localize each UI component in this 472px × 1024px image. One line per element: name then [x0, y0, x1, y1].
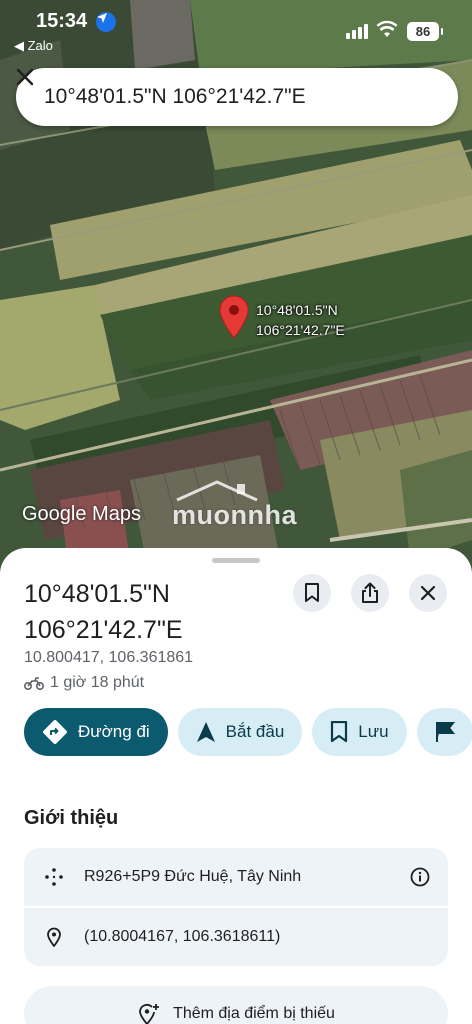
directions-button[interactable]: Đường đi [24, 708, 168, 756]
label-button[interactable] [416, 708, 472, 756]
navigation-arrow-icon [196, 722, 215, 742]
share-button[interactable] [351, 574, 389, 612]
status-bar: 15:34 ◀ Zalo 86 [0, 0, 472, 60]
share-icon [362, 582, 378, 603]
info-icon[interactable] [392, 867, 448, 887]
travel-time: 1 giờ 18 phút [24, 674, 144, 692]
bookmark-icon [305, 583, 319, 602]
add-location-icon [139, 1004, 160, 1024]
plus-code-text: R926+5P9 Đức Huệ, Tây Ninh [84, 868, 302, 885]
drag-handle[interactable] [212, 558, 260, 563]
pin-coordinates-label: 10°48'01.5"N 106°21'42.7"E [256, 300, 345, 340]
save-button[interactable]: Lưu [312, 708, 407, 756]
back-to-app-link[interactable]: ◀ Zalo [14, 38, 53, 54]
pin-label-lng: 106°21'42.7"E [256, 322, 345, 338]
site-watermark: muonnha [172, 480, 297, 531]
save-label: Lưu [358, 722, 389, 741]
place-details-sheet: 10°48'01.5"N 106°21'42.7"E 10.800417, 10… [0, 548, 472, 1024]
add-missing-place-label: Thêm địa điểm bị thiếu [173, 1005, 335, 1022]
action-chips: Đường đi Bắt đầu Lưu [24, 708, 472, 756]
motorbike-icon [24, 677, 44, 690]
start-button[interactable]: Bắt đầu [177, 708, 303, 756]
search-bar[interactable]: 10°48'01.5"N 106°21'42.7"E [16, 68, 458, 126]
coordinates-row[interactable]: (10.8004167, 106.3618611) [24, 908, 448, 966]
place-title-lng: 106°21'42.7"E [24, 616, 183, 644]
directions-label: Đường đi [78, 722, 150, 741]
bookmark-button[interactable] [293, 574, 331, 612]
battery-indicator: 86 [407, 22, 443, 41]
about-section-title: Giới thiệu [24, 807, 119, 829]
cellular-signal-icon [346, 24, 368, 39]
start-label: Bắt đầu [225, 722, 285, 741]
decimal-coordinates: 10.800417, 106.361861 [24, 649, 194, 666]
about-info-card: R926+5P9 Đức Huệ, Tây Ninh (10.8004167, … [24, 848, 448, 966]
travel-time-text: 1 giờ 18 phút [50, 674, 145, 691]
google-maps-watermark: Google Maps [22, 503, 141, 525]
location-pin-icon [24, 927, 84, 947]
place-title: 10°48'01.5"N 106°21'42.7"E [24, 576, 284, 648]
plus-code-icon [24, 867, 84, 887]
satellite-map[interactable]: 15:34 ◀ Zalo 86 10°48'01.5"N 106°21'42.7… [0, 0, 472, 580]
flag-icon [435, 722, 455, 742]
search-query[interactable]: 10°48'01.5"N 106°21'42.7"E [44, 85, 408, 109]
place-title-lat: 10°48'01.5"N [24, 580, 170, 608]
directions-icon [43, 720, 67, 744]
status-time: 15:34 [36, 10, 88, 32]
close-icon [421, 586, 435, 600]
site-watermark-text: muonnha [172, 500, 297, 530]
add-missing-place-button[interactable]: Thêm địa điểm bị thiếu [24, 986, 448, 1024]
bookmark-icon [331, 721, 348, 743]
close-icon[interactable] [16, 68, 436, 111]
plus-code-row[interactable]: R926+5P9 Đức Huệ, Tây Ninh [24, 848, 448, 906]
close-sheet-button[interactable] [409, 574, 447, 612]
coordinates-text: (10.8004167, 106.3618611) [84, 928, 281, 945]
pin-label-lat: 10°48'01.5"N [256, 302, 338, 318]
location-arrow-icon [96, 12, 116, 32]
